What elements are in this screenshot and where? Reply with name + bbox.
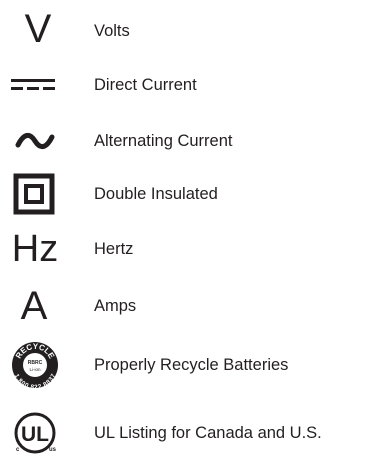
symbol-row-ul-listing: UL c us UL Listing for Canada and U.S. — [0, 408, 390, 458]
symbol-label: Volts — [94, 21, 130, 40]
symbol-label: Double Insulated — [94, 184, 218, 203]
hertz-symbol-icon: Hz — [11, 228, 59, 270]
double-insulated-symbol-icon — [0, 169, 76, 219]
rbrc-recycle-seal-icon: RECYCLE 1.800.822.8837 RBRC Li-ion — [0, 340, 76, 390]
symbol-label: Hertz — [94, 239, 134, 258]
svg-text:Li-ion: Li-ion — [29, 367, 41, 372]
svg-text:us: us — [49, 447, 57, 453]
symbol-row-recycle-batteries: RECYCLE 1.800.822.8837 RBRC Li-ion Prope… — [0, 340, 390, 390]
symbol-row-hertz: Hz Hertz — [0, 224, 390, 274]
symbol-label: Properly Recycle Batteries — [94, 355, 289, 374]
symbol-row-direct-current: Direct Current — [0, 60, 390, 110]
amps-symbol-icon: A — [20, 284, 48, 328]
symbol-label: Alternating Current — [94, 131, 233, 150]
symbol-row-alternating-current: Alternating Current — [0, 116, 390, 166]
symbol-row-amps: A Amps — [0, 281, 390, 331]
alternating-current-symbol-icon — [0, 116, 76, 166]
symbol-label: Direct Current — [94, 75, 197, 94]
svg-text:UL: UL — [21, 423, 49, 446]
direct-current-symbol-icon — [0, 60, 76, 110]
svg-text:RBRC: RBRC — [28, 360, 43, 366]
volts-symbol-icon: V — [24, 7, 52, 51]
svg-text:c: c — [16, 447, 20, 453]
symbol-label: Amps — [94, 296, 137, 315]
ul-listing-mark-icon: UL c us — [0, 408, 76, 458]
symbol-label: UL Listing for Canada and U.S. — [94, 423, 322, 442]
symbol-row-volts: V Volts — [0, 6, 390, 56]
symbol-row-double-insulated: Double Insulated — [0, 169, 390, 219]
